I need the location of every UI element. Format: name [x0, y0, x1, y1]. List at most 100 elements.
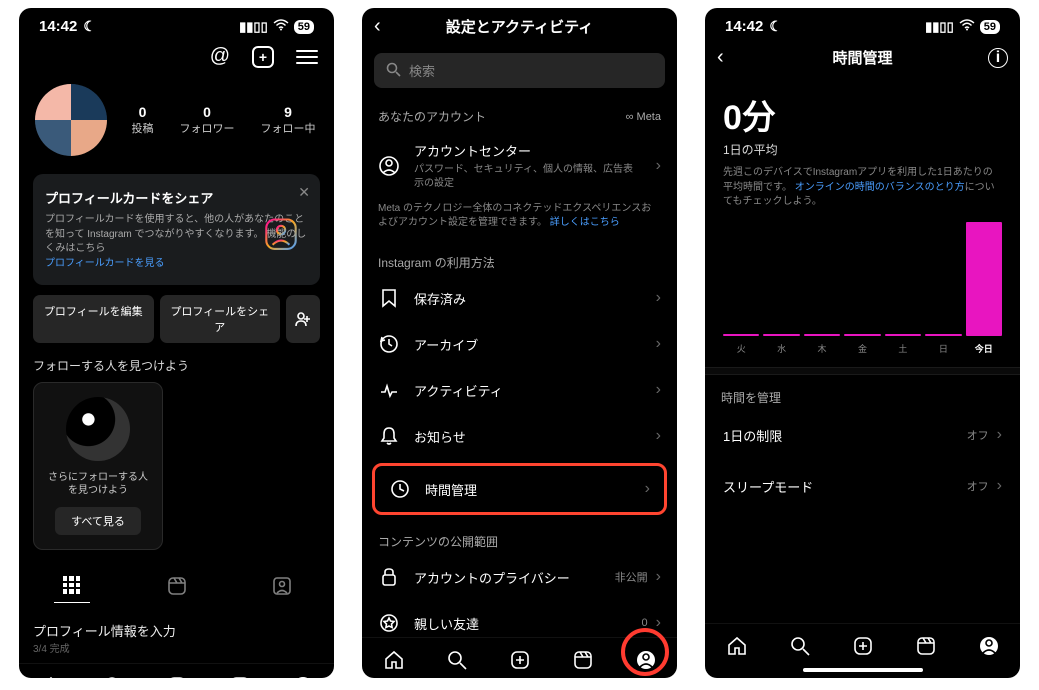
home-indicator	[803, 668, 923, 672]
bottom-nav	[19, 663, 334, 678]
nav-create[interactable]	[165, 674, 189, 678]
signal-icon: ▮▮▯▯	[239, 19, 268, 35]
wifi-icon	[959, 19, 975, 34]
nav-reels[interactable]	[914, 634, 938, 658]
search-icon	[386, 62, 401, 80]
section-usage: Instagram の利用方法	[362, 240, 677, 275]
nav-home[interactable]	[39, 674, 63, 678]
item-time-management-highlight: 時間管理 ›	[372, 463, 667, 515]
nav-create[interactable]	[508, 648, 532, 672]
page-title: 時間管理	[832, 47, 892, 68]
stat-posts[interactable]: 0 投稿	[132, 104, 154, 136]
bookmark-icon	[378, 287, 400, 309]
item-daily-limit[interactable]: 1日の制限 オフ›	[705, 410, 1020, 461]
chevron-icon: ›	[656, 157, 661, 175]
nav-profile[interactable]	[977, 634, 1001, 658]
item-activity[interactable]: アクティビティ ›	[362, 367, 677, 413]
nav-profile[interactable]	[291, 674, 315, 678]
nav-home[interactable]	[725, 634, 749, 658]
item-account-center[interactable]: アカウントセンター パスワード、セキュリティ、個人の情報、広告表示の設定 ›	[362, 129, 677, 202]
lock-icon	[378, 566, 400, 588]
share-profile-button[interactable]: プロフィールをシェア	[160, 295, 281, 343]
stat-following[interactable]: 9 フォロー中	[261, 104, 316, 136]
meta-note: Meta のテクノロジー全体のコネクテッドエクスペリエンスおよびアカウント設定を…	[362, 202, 677, 240]
separator	[705, 367, 1020, 375]
item-saved[interactable]: 保存済み ›	[362, 275, 677, 321]
add-friend-button[interactable]	[286, 295, 320, 343]
nav-home[interactable]	[382, 648, 406, 672]
nav-reels[interactable]	[228, 674, 252, 678]
title-bar: ‹ 設定とアクティビティ	[362, 8, 677, 45]
nav-reels[interactable]	[571, 648, 595, 672]
item-privacy[interactable]: アカウントのプライバシー 非公開›	[362, 554, 677, 600]
tab-grid[interactable]	[54, 576, 90, 603]
avatar[interactable]	[35, 84, 107, 156]
stat-followers[interactable]: 0 フォロワー	[180, 104, 235, 136]
item-time-management[interactable]: 時間管理 ›	[375, 468, 664, 510]
profile-tabs	[19, 566, 334, 613]
back-icon[interactable]: ‹	[717, 46, 724, 69]
activity-icon	[378, 379, 400, 401]
section-manage: 時間を管理	[705, 375, 1020, 410]
star-icon	[378, 612, 400, 634]
back-icon[interactable]: ‹	[374, 15, 381, 38]
nav-search[interactable]	[788, 634, 812, 658]
balance-link[interactable]: オンラインの時間のバランスのとり方	[795, 182, 965, 193]
search-input[interactable]: 検索	[374, 53, 665, 88]
profile-card-promo: ✕ プロフィールカードをシェア プロフィールカードを使用すると、他の人があなたの…	[33, 174, 320, 285]
dnd-icon	[83, 18, 96, 35]
bottom-nav	[705, 623, 1020, 664]
dnd-icon	[769, 18, 782, 35]
time-summary: 0分 1日の平均	[705, 76, 1020, 162]
close-icon[interactable]: ✕	[298, 184, 310, 201]
title-bar: ‹ 時間管理 i	[705, 39, 1020, 76]
archive-icon	[378, 333, 400, 355]
nav-profile[interactable]	[634, 648, 658, 672]
wifi-icon	[273, 19, 289, 34]
bottom-nav	[362, 637, 677, 678]
clock-icon	[389, 478, 411, 500]
usage-chart	[705, 222, 1020, 342]
discover-avatar	[66, 397, 130, 461]
tab-tagged[interactable]	[264, 576, 300, 603]
profile-top-icons: @ +	[19, 39, 334, 76]
bell-icon	[378, 425, 400, 447]
profile-header: 0 投稿 0 フォロワー 9 フォロー中	[19, 76, 334, 164]
battery-badge: 59	[294, 20, 314, 34]
edit-profile-button[interactable]: プロフィールを編集	[33, 295, 154, 343]
discover-text: さらにフォローする人を見つけよう	[48, 471, 148, 497]
nav-search[interactable]	[102, 674, 126, 678]
discover-title: フォローする人を見つけよう	[19, 343, 334, 382]
signal-icon: ▮▮▯▯	[925, 19, 954, 35]
discover-card[interactable]: さらにフォローする人を見つけよう すべて見る	[33, 382, 163, 550]
threads-icon[interactable]: @	[210, 45, 230, 68]
profile-buttons: プロフィールを編集 プロフィールをシェア	[19, 295, 334, 343]
item-sleep-mode[interactable]: スリープモード オフ›	[705, 461, 1020, 512]
create-icon[interactable]: +	[252, 46, 274, 68]
meta-logo: ∞ Meta	[626, 111, 661, 123]
tab-reels[interactable]	[159, 576, 195, 603]
status-time: 14:42	[39, 18, 77, 35]
item-close-friends[interactable]: 親しい友達 0›	[362, 600, 677, 637]
learn-more-link[interactable]: 詳しくはこちら	[550, 217, 620, 228]
card-link[interactable]: プロフィールカードを見る	[45, 257, 308, 272]
profile-complete[interactable]: プロフィール情報を入力 3/4 完成	[19, 613, 334, 663]
battery-badge: 59	[980, 20, 1000, 34]
phone-settings: ‹ 設定とアクティビティ 検索 あなたのアカウント ∞ Meta アカウントセン…	[362, 8, 677, 678]
share-card-icon	[260, 213, 302, 255]
chart-labels: 火水木金土日今日	[705, 342, 1020, 367]
menu-icon[interactable]	[296, 50, 318, 64]
page-title: 設定とアクティビティ	[446, 16, 593, 37]
section-your-account: あなたのアカウント ∞ Meta	[362, 96, 677, 129]
item-notifications[interactable]: お知らせ ›	[362, 413, 677, 459]
status-time: 14:42	[725, 18, 763, 35]
card-title: プロフィールカードをシェア	[45, 188, 308, 207]
info-icon[interactable]: i	[988, 48, 1008, 68]
status-bar: 14:42 ▮▮▯▯ 59	[705, 8, 1020, 39]
item-archive[interactable]: アーカイブ ›	[362, 321, 677, 367]
account-icon	[378, 155, 400, 177]
see-all-button[interactable]: すべて見る	[55, 507, 141, 535]
nav-create[interactable]	[851, 634, 875, 658]
phone-time: 14:42 ▮▮▯▯ 59 ‹ 時間管理 i 0分 1日の平均 先週このデバイス…	[705, 8, 1020, 678]
nav-search[interactable]	[445, 648, 469, 672]
